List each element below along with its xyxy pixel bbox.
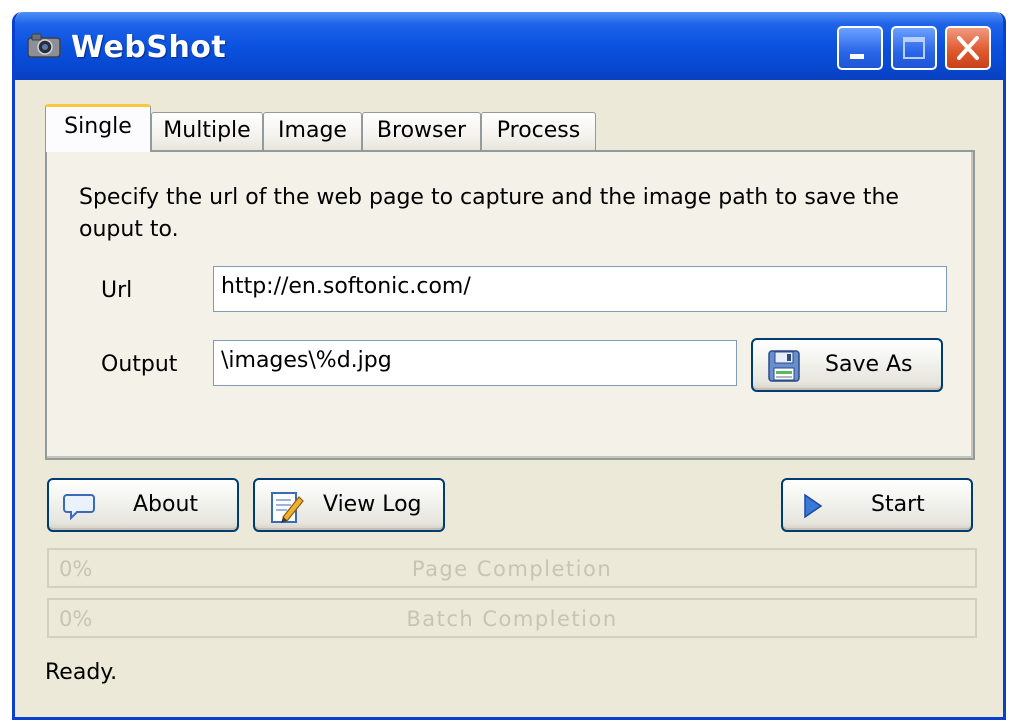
- output-input[interactable]: \images\%d.jpg: [213, 340, 737, 386]
- save-as-label: Save As: [825, 352, 913, 377]
- view-log-label: View Log: [323, 492, 422, 517]
- play-icon: [804, 493, 823, 519]
- batch-completion-progress: 0% Batch Completion: [47, 598, 977, 638]
- title-bar[interactable]: WebShot: [15, 12, 1003, 80]
- speech-bubble-icon: [63, 494, 95, 521]
- tab-browser[interactable]: Browser: [362, 112, 481, 150]
- about-label: About: [133, 492, 199, 517]
- batch-completion-label: Batch Completion: [406, 607, 618, 631]
- about-button[interactable]: About: [47, 478, 239, 532]
- window-title: WebShot: [71, 30, 227, 65]
- maximize-button[interactable]: [891, 26, 937, 70]
- start-label: Start: [871, 492, 925, 517]
- close-icon: [957, 36, 979, 60]
- app-window: WebShot Single Multiple Image Browser Pr…: [12, 12, 1006, 720]
- tab-label: Single: [64, 114, 132, 139]
- save-as-button[interactable]: Save As: [751, 338, 943, 392]
- instructions-text: Specify the url of the web page to captu…: [79, 185, 899, 242]
- minimize-button[interactable]: [837, 26, 883, 70]
- floppy-disk-icon: [768, 350, 800, 382]
- close-button[interactable]: [945, 26, 991, 70]
- tab-label: Browser: [376, 118, 467, 143]
- page-completion-label: Page Completion: [411, 557, 613, 581]
- tab-image[interactable]: Image: [263, 112, 362, 150]
- start-button[interactable]: Start: [781, 478, 973, 532]
- url-label: Url: [101, 278, 133, 303]
- url-input[interactable]: http://en.softonic.com/: [213, 266, 947, 312]
- single-tab-panel: Specify the url of the web page to captu…: [45, 150, 975, 460]
- maximize-icon: [903, 37, 925, 59]
- tab-label: Multiple: [163, 118, 251, 143]
- status-text: Ready.: [45, 660, 118, 685]
- output-label: Output: [101, 352, 178, 377]
- view-log-button[interactable]: View Log: [253, 478, 445, 532]
- page-completion-progress: 0% Page Completion: [47, 548, 977, 588]
- notepad-pencil-icon: [271, 492, 304, 523]
- tab-label: Image: [278, 118, 347, 143]
- minimize-icon: [850, 54, 864, 59]
- tab-single[interactable]: Single: [45, 104, 151, 152]
- camera-icon: [27, 33, 61, 58]
- tab-label: Process: [496, 118, 581, 143]
- tab-process[interactable]: Process: [481, 112, 596, 150]
- tab-multiple[interactable]: Multiple: [151, 112, 263, 150]
